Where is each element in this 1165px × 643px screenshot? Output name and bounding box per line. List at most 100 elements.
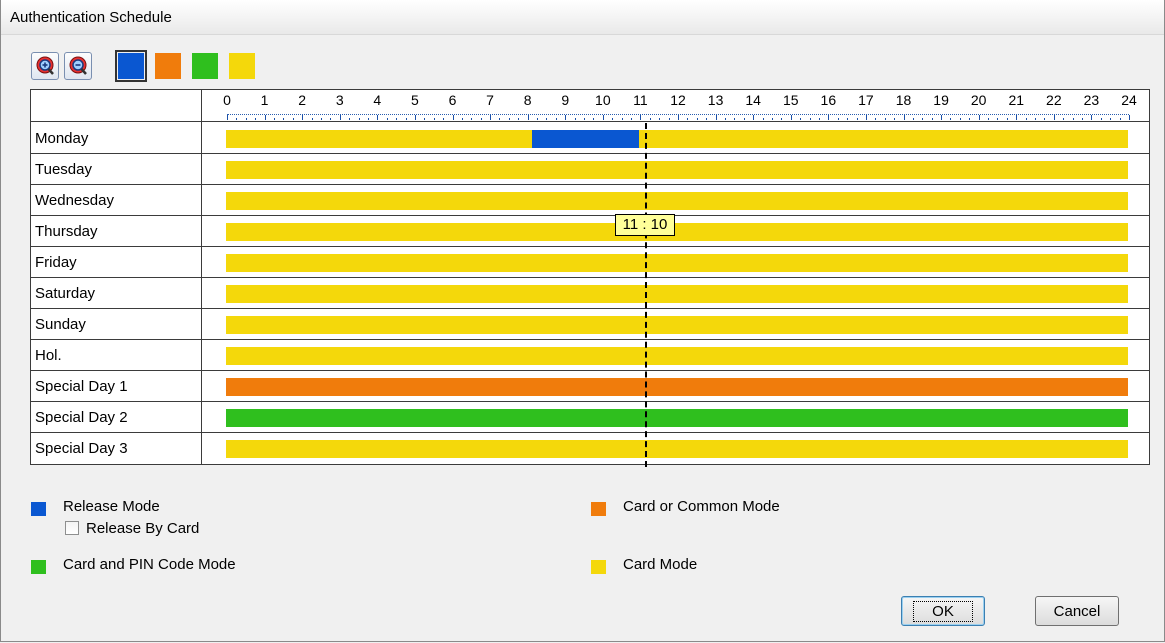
ruler-tick xyxy=(856,118,858,120)
ruler-tick xyxy=(292,118,294,120)
time-cursor-label: 11 : 10 xyxy=(615,214,675,236)
release-mode-swatch xyxy=(31,502,46,516)
cancel-button[interactable]: Cancel xyxy=(1035,596,1119,626)
ruler-tick xyxy=(377,115,379,120)
day-label: Wednesday xyxy=(35,192,114,209)
ruler-tick xyxy=(227,115,228,120)
schedule-segment-card[interactable] xyxy=(226,254,1128,272)
authentication-schedule-dialog: Authentication Schedule 0 1 2 3 4 5 6 7 8 9 10 xyxy=(0,0,1165,642)
ruler-tick xyxy=(969,118,971,120)
schedule-bar[interactable] xyxy=(226,223,1128,241)
hour-label: 7 xyxy=(486,92,494,108)
schedule-segment-card-and-pin[interactable] xyxy=(226,409,1128,427)
schedule-row[interactable]: Friday xyxy=(31,246,1149,278)
ruler-tick xyxy=(264,115,266,120)
schedule-segment-card[interactable] xyxy=(226,440,1128,458)
hour-label: 16 xyxy=(820,92,837,108)
card-or-common-mode-color-button[interactable] xyxy=(155,53,181,79)
ruler-tick xyxy=(837,118,839,120)
schedule-bar[interactable] xyxy=(226,192,1128,210)
hour-label: 6 xyxy=(448,92,457,108)
schedule-segment-card[interactable] xyxy=(226,161,1128,179)
release-by-card-label[interactable]: Release By Card xyxy=(86,520,199,537)
ruler-tick xyxy=(302,115,304,120)
ruler-tick xyxy=(490,115,492,120)
schedule-row[interactable]: Wednesday xyxy=(31,184,1149,216)
release-mode-color-button[interactable] xyxy=(115,50,147,82)
schedule-segment-card[interactable] xyxy=(639,130,1128,148)
ruler-tick xyxy=(546,118,548,120)
ruler-tick xyxy=(593,118,595,120)
schedule-segment-card[interactable] xyxy=(226,130,533,148)
ruler-tick xyxy=(1006,118,1008,120)
schedule-bar[interactable] xyxy=(226,316,1128,334)
ruler-tick xyxy=(358,118,360,120)
schedule-bar[interactable] xyxy=(226,130,1128,148)
ruler-tick xyxy=(320,118,322,120)
schedule-row[interactable]: Tuesday xyxy=(31,153,1149,185)
ruler-tick xyxy=(396,118,398,120)
ruler-tick xyxy=(424,118,426,120)
zoom-in-icon xyxy=(36,56,54,75)
day-label: Monday xyxy=(35,130,89,147)
schedule-bar[interactable] xyxy=(226,347,1128,365)
ruler-tick xyxy=(330,118,332,120)
ruler-tick xyxy=(443,118,445,120)
zoom-out-button[interactable] xyxy=(64,52,92,80)
schedule-segment-release[interactable] xyxy=(532,130,640,148)
schedule-row[interactable]: Special Day 3 xyxy=(31,432,1149,463)
card-and-pin-mode-color-button[interactable] xyxy=(192,53,218,79)
column-separator xyxy=(201,90,202,464)
schedule-row[interactable]: Hol. xyxy=(31,339,1149,371)
hour-header: 0 1 2 3 4 5 6 7 8 9 10 11 12 13 14 15 16 17 18 19 20 21 22 23 24 xyxy=(31,90,1149,122)
schedule-bar[interactable] xyxy=(226,254,1128,272)
ok-button-label: OK xyxy=(913,600,973,622)
ruler-tick xyxy=(1025,118,1027,120)
hour-label: 1 xyxy=(260,92,269,108)
hour-label: 10 xyxy=(595,92,611,108)
zoom-in-button[interactable] xyxy=(31,52,59,80)
schedule-row[interactable]: Special Day 1 xyxy=(31,370,1149,402)
schedule-segment-card[interactable] xyxy=(226,347,1128,365)
ruler-tick xyxy=(565,115,567,120)
ruler-tick xyxy=(771,118,773,120)
ruler-tick xyxy=(668,118,670,120)
schedule-row[interactable]: Special Day 2 xyxy=(31,401,1149,433)
schedule-bar[interactable] xyxy=(226,378,1128,396)
schedule-segment-card[interactable] xyxy=(226,192,1128,210)
schedule-segment-card[interactable] xyxy=(226,316,1128,334)
window-title: Authentication Schedule xyxy=(10,9,172,26)
schedule-bar[interactable] xyxy=(226,285,1128,303)
schedule-segment-card-or-common[interactable] xyxy=(226,378,1128,396)
hour-label: 23 xyxy=(1083,92,1100,108)
schedule-grid[interactable]: 0 1 2 3 4 5 6 7 8 9 10 11 12 13 14 15 16 17 18 19 20 21 22 23 24… xyxy=(30,89,1150,467)
ruler-tick xyxy=(894,118,896,120)
schedule-segment-card[interactable] xyxy=(226,285,1128,303)
ruler-tick xyxy=(659,118,661,120)
ok-button[interactable]: OK xyxy=(901,596,985,626)
ruler-tick xyxy=(612,118,614,120)
ruler-tick xyxy=(922,118,924,120)
ruler-tick xyxy=(574,118,576,120)
ruler-tick xyxy=(555,118,557,120)
ruler-tick xyxy=(255,118,257,120)
ruler-tick xyxy=(311,118,313,120)
schedule-bar[interactable] xyxy=(226,161,1128,179)
release-by-card-checkbox[interactable] xyxy=(65,521,79,535)
schedule-row[interactable]: Thursday xyxy=(31,215,1149,247)
ruler-tick xyxy=(875,118,877,120)
schedule-row[interactable]: Sunday xyxy=(31,308,1149,340)
schedule-bar[interactable] xyxy=(226,440,1128,458)
card-mode-color-button[interactable] xyxy=(229,53,255,79)
title-bar: Authentication Schedule xyxy=(1,0,1164,35)
schedule-segment-card[interactable] xyxy=(226,223,1128,241)
ruler-tick xyxy=(245,118,247,120)
schedule-row[interactable]: Saturday xyxy=(31,277,1149,309)
ruler-tick xyxy=(800,118,802,120)
card-or-common-swatch xyxy=(591,502,606,516)
ruler-tick xyxy=(414,115,416,120)
schedule-bar[interactable] xyxy=(226,409,1128,427)
schedule-row[interactable]: Monday xyxy=(31,122,1149,154)
ruler-tick xyxy=(753,115,755,120)
ruler-tick xyxy=(847,118,849,120)
